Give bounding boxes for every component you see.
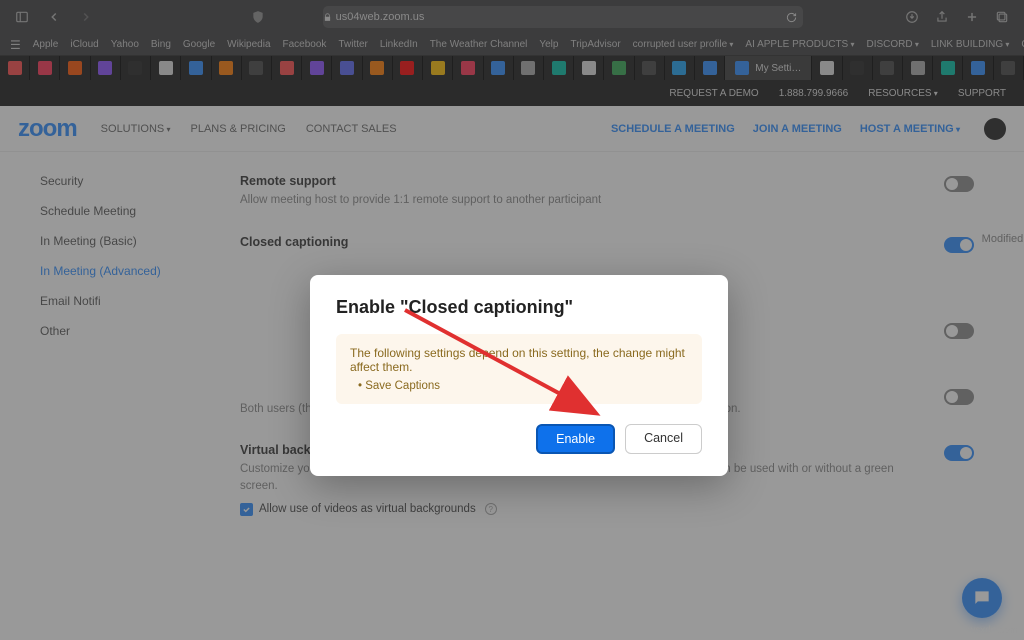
enable-button[interactable]: Enable [536, 424, 615, 454]
enable-modal: Enable "Closed captioning" The following… [310, 275, 728, 476]
modal-title: Enable "Closed captioning" [336, 297, 702, 318]
warning-box: The following settings depend on this se… [336, 334, 702, 404]
cancel-button[interactable]: Cancel [625, 424, 702, 454]
warning-text: The following settings depend on this se… [350, 346, 688, 374]
watermark: wsxdn.com [968, 625, 1018, 636]
dependency-item: • Save Captions [350, 380, 688, 392]
